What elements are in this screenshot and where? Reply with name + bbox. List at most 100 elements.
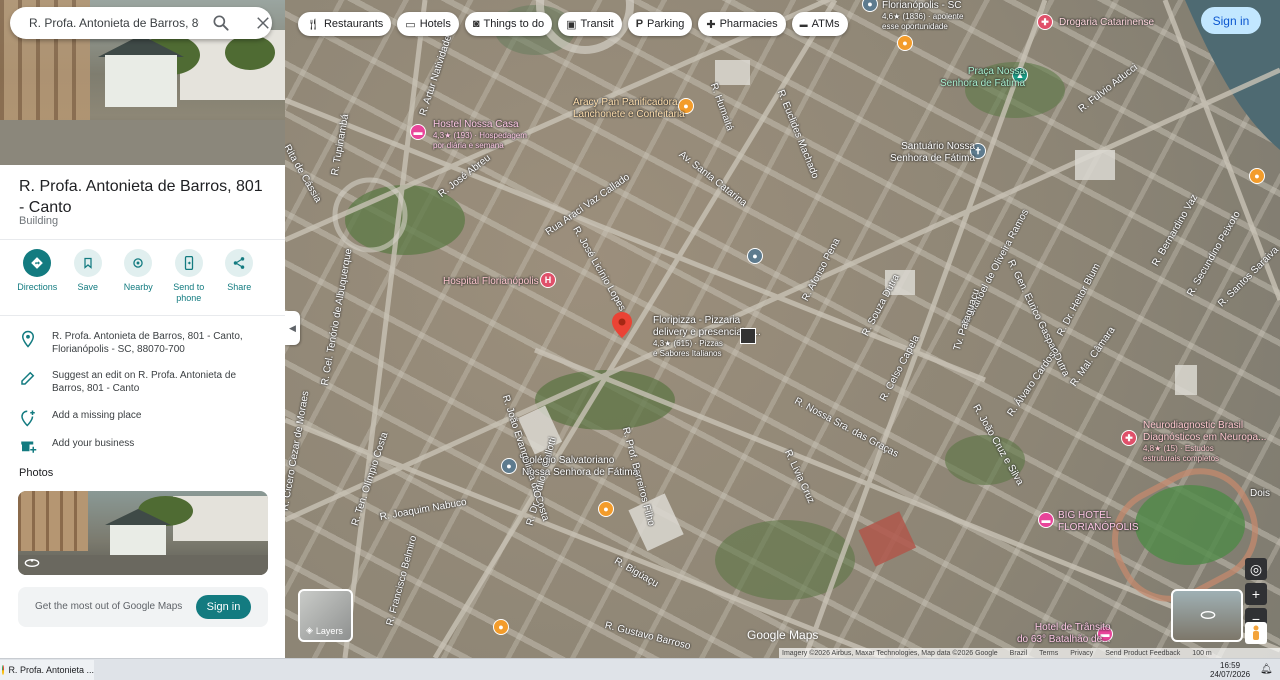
street-view-360-icon <box>1200 611 1216 619</box>
my-location-button[interactable]: ◎ <box>1245 558 1267 580</box>
send-to-phone-button[interactable]: Send to phone <box>164 249 215 304</box>
hospital-icon[interactable]: H <box>540 272 556 288</box>
train-icon: ▣ <box>566 18 577 31</box>
add-business-row[interactable]: Add your business <box>19 437 252 455</box>
restaurant-icon[interactable]: ● <box>493 619 509 635</box>
chip-atms[interactable]: ▬ ATMs <box>791 12 848 36</box>
floripizza-thumbnail[interactable] <box>740 328 756 344</box>
category-chips: 🍴︎ Restaurants ▭ Hotels ◙ Things to do ▣ Tra… <box>298 12 848 36</box>
poi-neuro[interactable]: Neurodiagnostic Brasil Diagnósticos em N… <box>1143 420 1266 464</box>
chip-things-to-do[interactable]: ◙ Things to do <box>464 12 553 36</box>
school-icon[interactable]: ● <box>747 248 763 264</box>
zoom-in-button[interactable]: + <box>1245 583 1267 605</box>
chip-hotels[interactable]: ▭ Hotels <box>397 12 459 36</box>
system-clock[interactable]: 16:59 24/07/2026 <box>1210 661 1250 679</box>
layers-button[interactable]: ◈ Layers <box>298 589 353 642</box>
nearby-button[interactable]: Nearby <box>113 249 164 304</box>
restaurant-icon[interactable]: ● <box>598 501 614 517</box>
crosshair-icon: ◎ <box>1249 560 1263 577</box>
poi-aracy[interactable]: Aracy Pan Panificadora Lanchonete e Conf… <box>573 97 685 121</box>
zoom-controls: ◎ + − <box>1245 558 1267 630</box>
region-link[interactable]: Brazil <box>1010 650 1028 657</box>
directions-icon <box>23 249 52 277</box>
photos-heading: Photos <box>19 467 54 479</box>
collapse-panel-button[interactable]: ◀ <box>285 311 300 345</box>
send-to-phone-icon <box>174 249 203 277</box>
bed-icon: ▭ <box>405 18 416 31</box>
address-row[interactable]: R. Profa. Antonieta de Barros, 801 - Can… <box>19 330 252 356</box>
camera-icon: ◙ <box>472 18 480 30</box>
privacy-link[interactable]: Privacy <box>1070 650 1093 657</box>
terms-link[interactable]: Terms <box>1039 650 1058 657</box>
map-canvas[interactable]: Rita de Cássia R. José Abreu R. Tupinamb… <box>285 0 1280 658</box>
poi-praca[interactable]: Praça Nossa Senhora de Fátima <box>940 66 1025 90</box>
place-title: R. Profa. Antonieta de Barros, 801 - Can… <box>19 178 263 216</box>
close-icon[interactable] <box>254 14 272 32</box>
place-panel: R. Profa. Antonieta de Barros, 801 - R. … <box>0 0 285 658</box>
sign-in-promo: Get the most out of Google Maps Sign in <box>18 587 268 627</box>
poi-hostel[interactable]: Hostel Nossa Casa 4,3★ (193) · Hospedage… <box>433 119 527 151</box>
poi-hoteltransito[interactable]: Hotel de Trânsito do 63° Batalhão de... <box>1017 622 1111 646</box>
poi-florianopolis-sc[interactable]: Florianópolis - SC 4,6★ (1836) · apoient… <box>882 0 963 32</box>
address-text: R. Profa. Antonieta de Barros, 801 - Can… <box>52 331 243 355</box>
cafe-icon[interactable]: ● <box>897 35 913 51</box>
add-business-text: Add your business <box>52 438 135 449</box>
promo-sign-in-button[interactable]: Sign in <box>196 595 251 619</box>
location-pin-icon <box>21 330 35 348</box>
nearby-icon <box>124 249 153 277</box>
suggest-edit-text: Suggest an edit on R. Profa. Antonieta d… <box>52 370 237 394</box>
layers-icon: ◈ <box>306 625 313 635</box>
os-taskbar: R. Profa. Antonieta ... 16:59 24/07/2026… <box>0 658 1280 680</box>
pegman-button[interactable] <box>1245 622 1267 644</box>
atm-icon: ▬ <box>799 19 808 29</box>
chip-restaurants[interactable]: 🍴︎ Restaurants <box>298 12 392 36</box>
attribution-bar: Imagery ©2026 Airbus, Maxar Technologies… <box>779 648 1280 658</box>
poi-dois[interactable]: Dois <box>1250 488 1270 500</box>
school-icon[interactable]: ● <box>501 458 517 474</box>
poi-drogaria[interactable]: Drogaria Catarinense <box>1059 17 1154 29</box>
google-maps-logo: Google Maps <box>747 628 819 642</box>
poi-bighotel[interactable]: BIG HOTEL FLORIANÓPOLIS <box>1058 510 1139 534</box>
search-input[interactable]: R. Profa. Antonieta de Barros, 801 - <box>29 16 199 30</box>
chip-pharmacies[interactable]: ✚ Pharmacies <box>698 12 786 36</box>
poi-santuario[interactable]: Santuário Nossa Senhora de Fátima <box>890 141 975 165</box>
poi-hospital[interactable]: Hospital Florianópolis <box>443 276 539 288</box>
pharmacy-icon[interactable]: ✚ <box>1037 14 1053 30</box>
bookmark-icon <box>73 249 102 277</box>
location-marker-icon[interactable] <box>612 312 632 338</box>
attribution-text: Imagery ©2026 Airbus, Maxar Technologies… <box>782 649 998 657</box>
chip-parking[interactable]: P Parking <box>627 12 693 36</box>
place-photo-thumbnail[interactable] <box>18 491 268 575</box>
search-box[interactable]: R. Profa. Antonieta de Barros, 801 - <box>10 7 272 39</box>
directions-button[interactable]: Directions <box>12 249 63 304</box>
promo-text: Get the most out of Google Maps <box>35 601 183 612</box>
taskbar-browser-item[interactable]: R. Profa. Antonieta ... <box>0 660 94 680</box>
add-place-text: Add a missing place <box>52 410 142 421</box>
suggest-edit-row[interactable]: Suggest an edit on R. Profa. Antonieta d… <box>19 369 252 395</box>
add-place-row[interactable]: Add a missing place <box>19 409 252 427</box>
poi-colegio[interactable]: Colégio Salvatoriano Nossa Senhora de Fá… <box>522 455 638 479</box>
save-button[interactable]: Save <box>63 249 114 304</box>
street-view-360-icon <box>24 559 40 567</box>
hotel-icon[interactable]: ▬ <box>1038 512 1054 528</box>
share-button[interactable]: Share <box>214 249 265 304</box>
storefront-icon <box>21 441 37 453</box>
pencil-icon <box>21 371 35 385</box>
scale-label[interactable]: 100 m <box>1192 650 1211 657</box>
hotel-icon[interactable]: ▬ <box>410 124 426 140</box>
notification-bell-icon[interactable]: 🔔︎ <box>1260 664 1273 675</box>
street-view-thumbnail[interactable] <box>1171 589 1243 642</box>
feedback-link[interactable]: Send Product Feedback <box>1105 650 1180 657</box>
divider <box>0 315 285 316</box>
search-icon[interactable] <box>211 13 231 33</box>
restaurant-icon[interactable]: ● <box>1249 168 1265 184</box>
pharmacy-icon: ✚ <box>706 18 716 31</box>
share-icon <box>225 249 254 277</box>
pegman-icon <box>1253 625 1259 640</box>
fork-knife-icon: 🍴︎ <box>306 18 320 31</box>
add-location-icon <box>21 410 35 427</box>
medical-icon[interactable]: ✚ <box>1121 430 1137 446</box>
sign-in-button[interactable]: Sign in <box>1201 7 1261 34</box>
chip-transit[interactable]: ▣ Transit <box>558 12 622 36</box>
chevron-left-icon: ◀ <box>289 322 296 333</box>
